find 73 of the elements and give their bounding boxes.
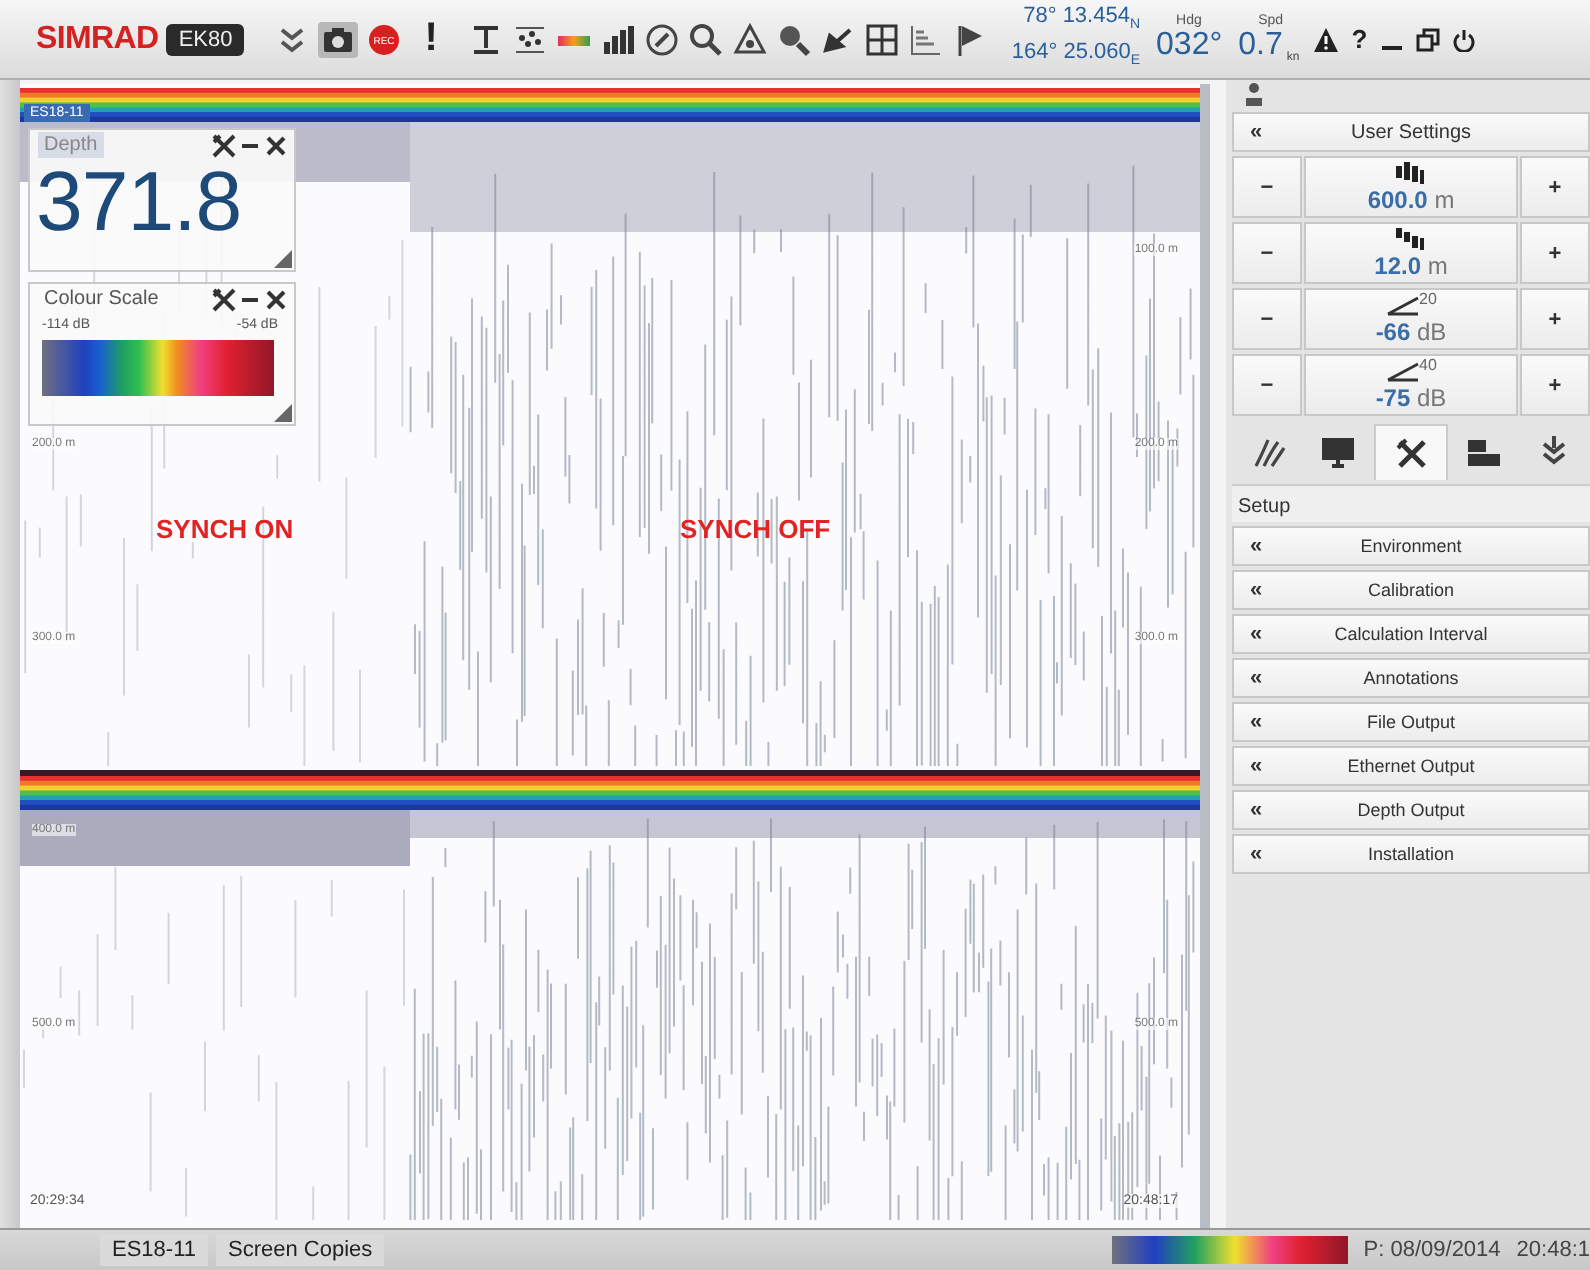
plus-button[interactable]: + xyxy=(1520,156,1590,218)
setting-value: -66 dB xyxy=(1375,318,1447,346)
help-button[interactable]: ? xyxy=(1351,24,1368,54)
operator-icon[interactable] xyxy=(1244,82,1264,106)
setting-value: 600.0 m xyxy=(1367,186,1455,214)
section-title: Setup xyxy=(1232,484,1590,522)
user-settings-button[interactable]: « User Settings xyxy=(1232,112,1590,152)
panel-tab[interactable] xyxy=(1373,424,1449,480)
start-depth-icon xyxy=(1394,226,1428,250)
annotation-text: SYNCH ON xyxy=(156,514,294,544)
pin-icon[interactable] xyxy=(212,287,236,311)
close-icon[interactable] xyxy=(264,287,288,311)
scatter-icon[interactable] xyxy=(511,21,548,57)
logo-text: SIMRAD xyxy=(36,21,159,57)
menu-button[interactable]: « Annotations xyxy=(1232,658,1590,698)
bottom-profile-icon[interactable] xyxy=(907,21,944,57)
menu-button[interactable]: « Calibration xyxy=(1232,570,1590,610)
search-icon[interactable] xyxy=(687,21,724,57)
alert-button[interactable]: ! xyxy=(418,16,444,62)
status-tab[interactable]: ES18-11 xyxy=(100,1234,208,1266)
date-text: P: 08/09/2014 xyxy=(1363,1238,1501,1262)
annotation-text: SYNCH OFF xyxy=(680,514,831,544)
minus-button[interactable]: − xyxy=(1232,354,1302,416)
window-title: Depth xyxy=(38,132,104,158)
power-icon[interactable] xyxy=(1451,27,1476,51)
tvg-label: 20 xyxy=(1419,292,1437,308)
setup-tab-icon xyxy=(1393,435,1430,471)
range-icon xyxy=(1394,160,1428,184)
menu-button[interactable]: « Calculation Interval xyxy=(1232,614,1590,654)
longitude-text: 164° 25.060$_{E}$ xyxy=(1011,39,1141,72)
latitude-text: 78° 13.454$_{N}$ xyxy=(1023,4,1141,37)
layout-tab-icon xyxy=(1465,434,1502,470)
heading-value: 032° xyxy=(1156,28,1223,64)
plus-button[interactable]: + xyxy=(1520,222,1590,284)
minus-button[interactable]: − xyxy=(1232,222,1302,284)
setting-button[interactable]: 600.0 m xyxy=(1304,156,1518,218)
setting-button[interactable]: 40 -75 dB xyxy=(1304,354,1518,416)
resize-grip-icon[interactable] xyxy=(274,404,292,422)
plus-button[interactable]: + xyxy=(1520,354,1590,416)
camera-button[interactable] xyxy=(318,21,359,57)
restore-icon[interactable] xyxy=(1415,27,1440,51)
menu-button[interactable]: « Ethernet Output xyxy=(1232,746,1590,786)
camera-icon xyxy=(322,25,355,53)
setting-value: 12.0 m xyxy=(1374,252,1448,280)
triangle-marker-icon[interactable] xyxy=(731,21,768,57)
chevrons-down-icon[interactable] xyxy=(276,23,309,55)
setting-button[interactable]: 20 -66 dB xyxy=(1304,288,1518,350)
grid-icon[interactable] xyxy=(863,21,900,57)
window-title: Colour Scale xyxy=(42,286,161,312)
setting-value: -75 dB xyxy=(1375,384,1447,412)
resize-grip-icon[interactable] xyxy=(274,250,292,268)
tvg-label: 40 xyxy=(1419,358,1437,374)
status-tab[interactable]: Screen Copies xyxy=(216,1234,385,1266)
close-icon[interactable] xyxy=(264,133,288,157)
menu-button[interactable]: « File Output xyxy=(1232,702,1590,742)
tvg-slope-icon xyxy=(1385,292,1420,316)
minus-button[interactable]: − xyxy=(1232,156,1302,218)
menu-button[interactable]: « Environment xyxy=(1232,526,1590,566)
tvg-slope-icon xyxy=(1385,358,1420,382)
setting-button[interactable]: 12.0 m xyxy=(1304,222,1518,284)
plus-button[interactable]: + xyxy=(1520,288,1590,350)
bar-chart-icon[interactable] xyxy=(599,21,636,57)
display-tab-icon xyxy=(1320,434,1357,470)
speed-value: 0.7 xyxy=(1238,28,1283,64)
pin-icon[interactable] xyxy=(212,133,236,157)
alarm-icon[interactable] xyxy=(1311,25,1340,53)
time-text: 20:48:1 xyxy=(1516,1238,1590,1262)
menu-button[interactable]: « Depth Output xyxy=(1232,790,1590,830)
zoom-icon[interactable] xyxy=(775,21,812,57)
minus-button[interactable]: − xyxy=(1232,288,1302,350)
depth-value: 371.8 xyxy=(34,158,244,246)
product-badge: EK80 xyxy=(166,23,245,55)
menu-button[interactable]: « Installation xyxy=(1232,834,1590,874)
